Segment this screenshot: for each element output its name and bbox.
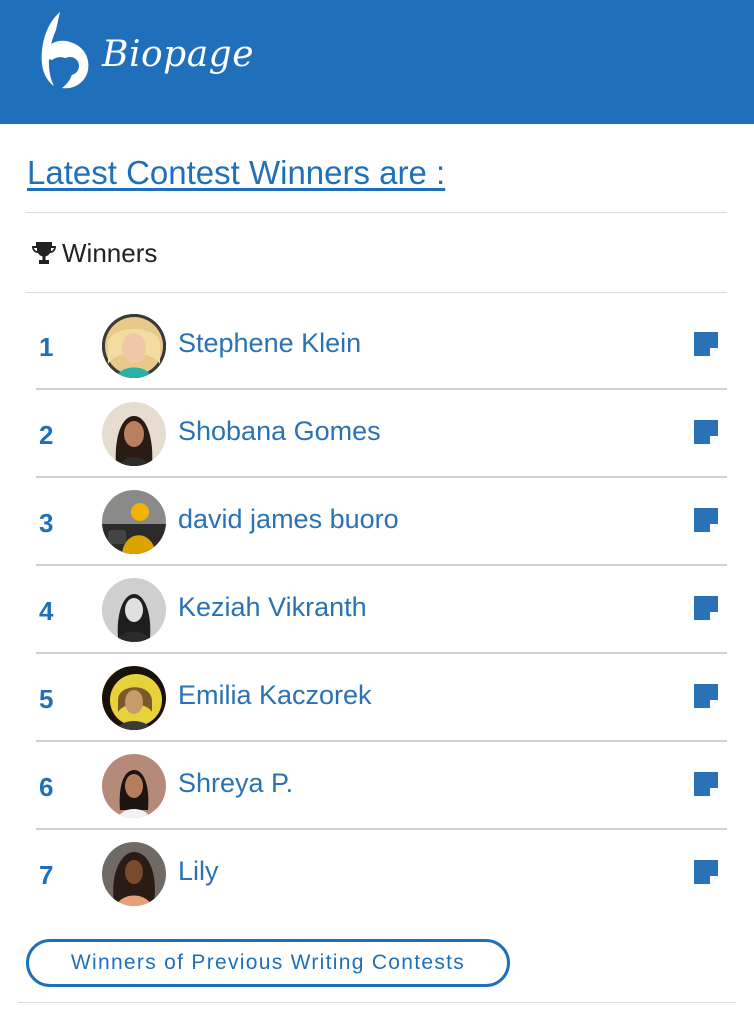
note-icon[interactable] bbox=[694, 684, 718, 708]
winner-name[interactable]: Keziah Vikranth bbox=[178, 592, 367, 623]
app-header: Biopage bbox=[0, 0, 754, 124]
divider bbox=[18, 1002, 736, 1003]
divider bbox=[26, 292, 727, 293]
winner-name[interactable]: david james buoro bbox=[178, 504, 399, 535]
winner-rank: 5 bbox=[39, 684, 54, 714]
note-icon[interactable] bbox=[694, 860, 718, 884]
note-icon[interactable] bbox=[694, 596, 718, 620]
note-icon[interactable] bbox=[694, 772, 718, 796]
winner-rank: 2 bbox=[39, 420, 54, 450]
avatar[interactable] bbox=[102, 842, 166, 906]
winner-name[interactable]: Lily bbox=[178, 856, 219, 887]
avatar[interactable] bbox=[102, 754, 166, 818]
winner-rank: 4 bbox=[39, 596, 54, 626]
winner-row[interactable]: 3 david james buoro bbox=[36, 478, 727, 566]
winner-row[interactable]: 6 Shreya P. bbox=[36, 742, 727, 830]
trophy-icon bbox=[32, 242, 56, 264]
winner-row[interactable]: 5 Emilia Kaczorek bbox=[36, 654, 727, 742]
divider bbox=[26, 212, 727, 213]
note-icon[interactable] bbox=[694, 420, 718, 444]
winner-rank: 7 bbox=[39, 860, 54, 890]
winners-list: 1 Stephene Klein 2 Shobana Gomes 3 david… bbox=[36, 302, 727, 916]
winner-rank: 6 bbox=[39, 772, 54, 802]
note-icon[interactable] bbox=[694, 508, 718, 532]
winner-rank: 3 bbox=[39, 508, 54, 538]
winners-section-header: Winners bbox=[30, 236, 157, 270]
winner-name[interactable]: Shobana Gomes bbox=[178, 416, 381, 447]
winners-label: Winners bbox=[62, 237, 158, 268]
winner-name[interactable]: Stephene Klein bbox=[178, 328, 361, 359]
note-icon[interactable] bbox=[694, 332, 718, 356]
previous-contests-button[interactable]: Winners of Previous Writing Contests bbox=[26, 939, 510, 987]
winner-row[interactable]: 2 Shobana Gomes bbox=[36, 390, 727, 478]
avatar[interactable] bbox=[102, 402, 166, 466]
winner-row[interactable]: 7 Lily bbox=[36, 830, 727, 916]
avatar[interactable] bbox=[102, 314, 166, 378]
page-title[interactable]: Latest Contest Winners are : bbox=[27, 154, 445, 192]
brand-name[interactable]: Biopage bbox=[102, 34, 254, 75]
winner-row[interactable]: 4 Keziah Vikranth bbox=[36, 566, 727, 654]
winner-rank: 1 bbox=[39, 332, 54, 362]
winner-row[interactable]: 1 Stephene Klein bbox=[36, 302, 727, 390]
winner-name[interactable]: Emilia Kaczorek bbox=[178, 680, 372, 711]
avatar[interactable] bbox=[102, 666, 166, 730]
avatar[interactable] bbox=[102, 578, 166, 642]
avatar[interactable] bbox=[102, 490, 166, 554]
winner-name[interactable]: Shreya P. bbox=[178, 768, 293, 799]
biopage-logo-icon[interactable] bbox=[30, 8, 96, 90]
